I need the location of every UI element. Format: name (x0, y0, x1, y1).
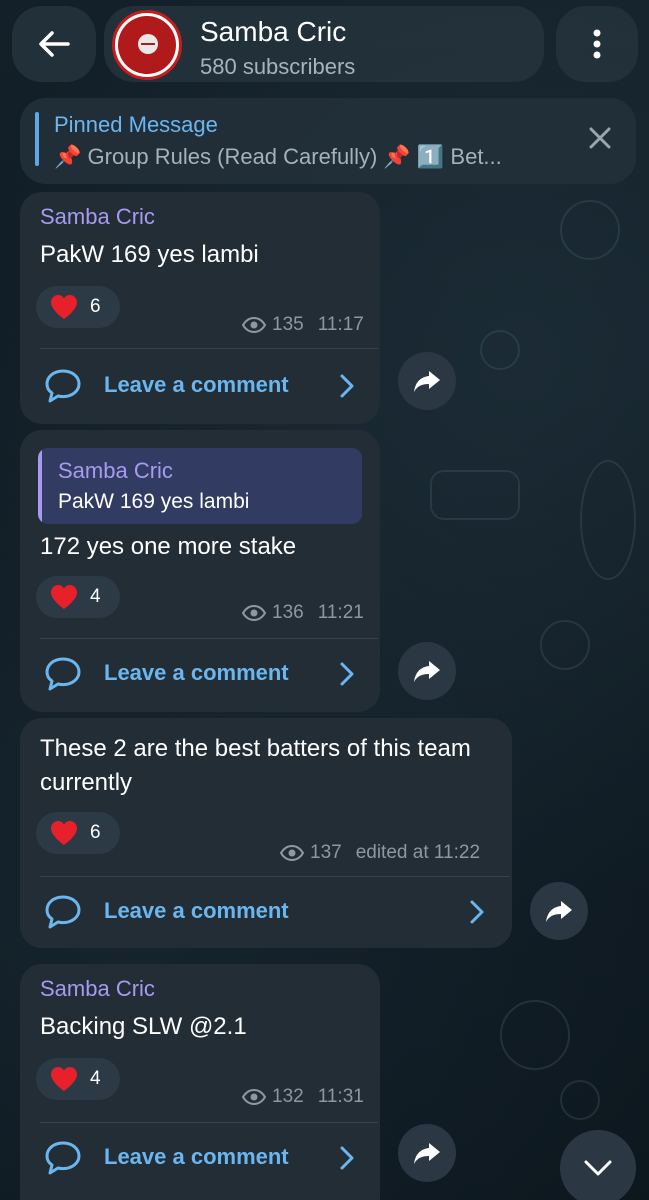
message-bubble[interactable]: These 2 are the best batters of this tea… (20, 718, 512, 948)
channel-avatar[interactable] (112, 10, 182, 80)
share-arrow-icon (546, 901, 572, 922)
chevron-down-icon (584, 1160, 612, 1176)
leave-comment-button[interactable]: Leave a comment (20, 644, 380, 704)
heart-icon (51, 1067, 77, 1091)
scroll-down-button[interactable] (560, 1130, 636, 1200)
back-button[interactable] (12, 6, 96, 82)
pinned-message-bar[interactable]: Pinned Message 📌 Group Rules (Read Caref… (20, 98, 636, 184)
leave-comment-button[interactable]: Leave a comment (20, 1128, 380, 1188)
comment-bubble-icon (45, 895, 81, 929)
heart-icon (51, 295, 77, 319)
message-time: edited at 11:22 (355, 842, 481, 863)
chevron-right-icon (470, 900, 484, 924)
leave-comment-button[interactable]: Leave a comment (20, 882, 512, 942)
view-count: 137 (310, 842, 342, 863)
eye-icon (242, 317, 266, 333)
share-arrow-icon (414, 661, 440, 682)
share-arrow-icon (414, 1143, 440, 1164)
reaction-count: 6 (90, 296, 101, 317)
message-meta: 135 11:17 (242, 314, 364, 336)
share-button[interactable] (530, 882, 588, 940)
top-bar: Samba Cric 580 subscribers (0, 0, 649, 96)
close-icon[interactable] (586, 124, 614, 152)
share-button[interactable] (398, 642, 456, 700)
share-button[interactable] (398, 352, 456, 410)
arrow-left-icon (39, 31, 70, 57)
cricket-ball-icon (138, 34, 158, 54)
chevron-right-icon (340, 1146, 354, 1170)
reaction-count: 4 (90, 586, 101, 607)
message-meta: 136 11:21 (242, 602, 364, 624)
divider (40, 1122, 378, 1123)
reaction-chip[interactable]: 6 (36, 286, 120, 328)
eye-icon (242, 605, 266, 621)
divider (40, 348, 378, 349)
pinned-indicator (35, 112, 39, 166)
channel-name: Samba Cric (200, 16, 347, 47)
reaction-chip[interactable]: 6 (36, 812, 120, 854)
reply-text: PakW 169 yes lambi (58, 490, 250, 513)
reaction-count: 4 (90, 1068, 101, 1089)
message-text: 172 yes one more stake (40, 533, 297, 560)
reaction-count: 6 (90, 822, 101, 843)
comment-bubble-icon (45, 369, 81, 403)
pinned-text: 📌 Group Rules (Read Carefully) 📌 1️⃣ Bet… (54, 144, 502, 169)
comment-label: Leave a comment (104, 660, 289, 685)
heart-icon (51, 821, 77, 845)
share-arrow-icon (414, 371, 440, 392)
eye-icon (280, 845, 304, 861)
reply-preview[interactable]: Samba Cric PakW 169 yes lambi (38, 448, 362, 524)
message-meta: 132 11:31 (242, 1086, 364, 1108)
message-sender: Samba Cric (40, 204, 155, 229)
message-text: Backing SLW @2.1 (40, 1013, 247, 1040)
view-count: 135 (272, 314, 304, 335)
chevron-right-icon (340, 374, 354, 398)
view-count: 136 (272, 602, 304, 623)
eye-icon (242, 1089, 266, 1105)
more-options-button[interactable] (556, 6, 638, 82)
message-bubble[interactable]: Samba Cric PakW 169 yes lambi 172 yes on… (20, 430, 380, 712)
message-time: 11:21 (317, 602, 364, 623)
message-text: PakW 169 yes lambi (40, 241, 259, 268)
pinned-title: Pinned Message (54, 112, 218, 137)
heart-icon (51, 585, 77, 609)
message-time: 11:17 (317, 314, 364, 335)
message-time: 11:31 (317, 1086, 364, 1107)
channel-header[interactable]: Samba Cric 580 subscribers (104, 6, 544, 82)
subscriber-count: 580 subscribers (200, 54, 356, 79)
share-button[interactable] (398, 1124, 456, 1182)
reaction-chip[interactable]: 4 (36, 576, 120, 618)
reply-indicator (38, 448, 42, 524)
more-vertical-icon (593, 29, 601, 59)
message-sender: Samba Cric (40, 976, 155, 1001)
comment-label: Leave a comment (104, 1144, 289, 1169)
leave-comment-button[interactable]: Leave a comment (20, 356, 380, 416)
avatar-logo (118, 16, 176, 74)
view-count: 132 (272, 1086, 304, 1107)
divider (40, 638, 378, 639)
comment-bubble-icon (45, 657, 81, 691)
message-bubble[interactable]: Samba Cric Backing SLW @2.1 4 132 11:31 … (20, 964, 380, 1200)
comment-bubble-icon (45, 1141, 81, 1175)
message-text: These 2 are the best batters of this tea… (40, 735, 471, 796)
comment-label: Leave a comment (104, 898, 289, 923)
reaction-chip[interactable]: 4 (36, 1058, 120, 1100)
chevron-right-icon (340, 662, 354, 686)
message-bubble[interactable]: Samba Cric PakW 169 yes lambi 6 135 11:1… (20, 192, 380, 424)
divider (40, 876, 510, 877)
comment-label: Leave a comment (104, 372, 289, 397)
reply-sender: Samba Cric (58, 458, 173, 483)
message-meta: 137 edited at 11:22 (280, 842, 480, 864)
